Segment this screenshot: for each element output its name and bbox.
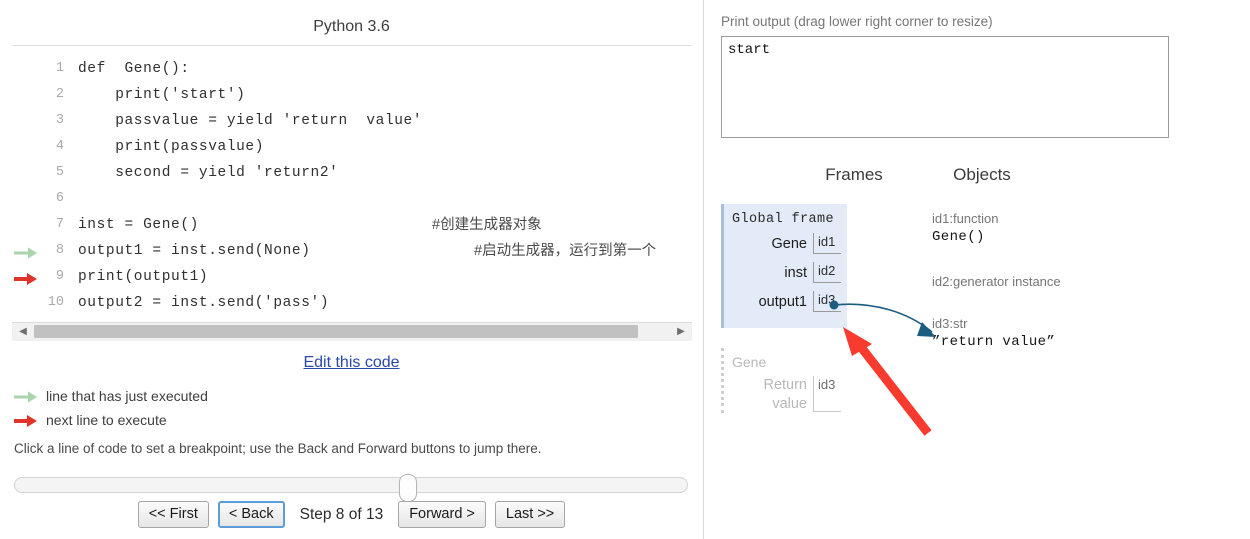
scroll-right-icon[interactable]: ▶ [675, 326, 687, 338]
variable-name: Return value [728, 376, 813, 414]
edit-this-code-link[interactable]: Edit this code [303, 354, 399, 371]
code-line[interactable]: 3 passvalue = yield 'return value' [12, 108, 692, 134]
step-counter-label: Step 8 of 13 [299, 505, 384, 523]
variable-name: Gene [771, 236, 807, 252]
red-arrow-icon [14, 413, 40, 427]
print-output-textarea[interactable] [721, 36, 1169, 138]
python-tutor-visualizer: Python 3.6 1 def Gene(): 2 print('start') 3… [0, 0, 1250, 539]
breakpoint-hint: Click a line of code to set a breakpoint… [14, 441, 542, 456]
object-generator: id2:generator instance [932, 274, 1061, 289]
step-slider-handle[interactable] [399, 474, 417, 502]
print-output-label: Print output (drag lower right corner to… [721, 14, 993, 29]
code-line[interactable]: 10 output2 = inst.send('pass') [12, 290, 692, 316]
variable-value: id2 [813, 262, 841, 283]
object-label: id3:str [932, 316, 968, 331]
object-function: id1:function Gene() [932, 211, 999, 245]
variable-value-text: id2 [818, 263, 836, 278]
variable-value: id3 [813, 291, 841, 312]
code-line-text: print(passvalue) [78, 139, 265, 155]
object-str: id3:str ”return value” [932, 316, 1055, 350]
variable-row: Return value id3 [728, 376, 841, 412]
line-number: 6 [55, 191, 64, 206]
forward-button[interactable]: Forward > [398, 501, 486, 528]
line-number: 1 [55, 61, 64, 76]
variable-value-text: id1 [818, 234, 836, 249]
variable-value: id3 [813, 376, 841, 412]
object-value: Gene() [932, 229, 985, 245]
green-arrow-icon [14, 389, 40, 403]
code-line[interactable]: 8 output1 = inst.send(None) #启动生成器，运行到第一个 [12, 238, 692, 264]
line-marker-slot [12, 290, 42, 316]
legend-next-line-label: next line to execute [46, 412, 167, 428]
variable-name-text: Return value [763, 377, 807, 412]
legend-just-executed-label: line that has just executed [46, 388, 208, 404]
code-line[interactable]: 9 print(output1) [12, 264, 692, 290]
first-button[interactable]: << First [137, 501, 209, 528]
variable-name: output1 [758, 294, 807, 310]
code-line-text: passvalue = yield 'return value' [78, 113, 423, 129]
line-number: 5 [55, 165, 64, 180]
code-horizontal-scrollbar[interactable]: ◀ ▶ [12, 322, 692, 341]
scroll-left-icon[interactable]: ◀ [17, 326, 29, 338]
code-comment: #启动生成器，运行到第一个 [474, 243, 657, 259]
next-line-arrow-icon [12, 264, 42, 290]
line-marker-slot [12, 56, 42, 82]
step-controls: << First < Back Step 8 of 13 Forward > L… [0, 501, 703, 528]
step-slider[interactable] [14, 474, 688, 502]
scrollbar-thumb[interactable] [34, 325, 638, 338]
variable-row: inst id2 [728, 262, 841, 291]
object-label: id2:generator instance [932, 274, 1061, 289]
code-line-text: print(output1) [78, 269, 209, 285]
code-line-text: def Gene(): [78, 61, 190, 77]
variable-value: id1 [813, 233, 841, 254]
back-button[interactable]: < Back [217, 501, 285, 528]
line-number: 9 [55, 269, 64, 284]
code-line[interactable]: 2 print('start') [12, 82, 692, 108]
code-line[interactable]: 1 def Gene(): [12, 56, 692, 82]
code-line[interactable]: 6 [12, 186, 692, 212]
code-line[interactable]: 5 second = yield 'return2' [12, 160, 692, 186]
line-marker-slot [12, 134, 42, 160]
code-line[interactable]: 4 print(passvalue) [12, 134, 692, 160]
line-marker-slot [12, 160, 42, 186]
code-display[interactable]: 1 def Gene(): 2 print('start') 3 passvalue … [12, 45, 692, 316]
code-pane: Python 3.6 1 def Gene(): 2 print('start') 3… [0, 0, 703, 539]
variable-name: inst [784, 265, 807, 281]
language-title: Python 3.6 [313, 18, 390, 35]
line-number: 7 [55, 217, 64, 232]
objects-heading: Objects [953, 165, 1011, 184]
code-line[interactable]: 7 inst = Gene() #创建生成器对象 [12, 212, 692, 238]
just-executed-arrow-icon [12, 238, 42, 264]
gene-frame-title: Gene [732, 354, 767, 370]
line-marker-slot [12, 108, 42, 134]
code-line-text: second = yield 'return2' [78, 165, 339, 181]
line-number: 8 [55, 243, 64, 258]
line-marker-slot [12, 186, 42, 212]
code-comment: #创建生成器对象 [432, 217, 542, 233]
code-line-text: output1 = inst.send(None) [78, 243, 311, 259]
line-number: 2 [55, 87, 64, 102]
edit-this-code-link-wrap: Edit this code [0, 354, 703, 372]
last-button[interactable]: Last >> [494, 501, 566, 528]
object-value: ”return value” [932, 334, 1056, 350]
line-number: 3 [55, 113, 64, 128]
code-line-text: output2 = inst.send('pass') [78, 295, 330, 311]
variable-row: Gene id1 [728, 233, 841, 262]
variable-row: output1 id3 [728, 291, 841, 320]
variable-value-text: id3 [818, 377, 836, 392]
global-frame-title: Global frame [732, 212, 835, 227]
line-number: 4 [55, 139, 64, 154]
object-label: id1:function [932, 211, 999, 226]
gene-frame: Gene Return value id3 [721, 348, 847, 413]
line-marker-slot [12, 212, 42, 238]
code-line-text: print('start') [78, 87, 246, 103]
code-line-text: inst = Gene() [78, 217, 199, 233]
line-number: 10 [47, 295, 64, 310]
global-frame: Global frame Gene id1 inst id2 output1 i… [721, 204, 847, 328]
variable-value-text: id3 [818, 292, 836, 307]
line-marker-slot [12, 82, 42, 108]
visualization-pane: Print output (drag lower right corner to… [704, 0, 1250, 539]
